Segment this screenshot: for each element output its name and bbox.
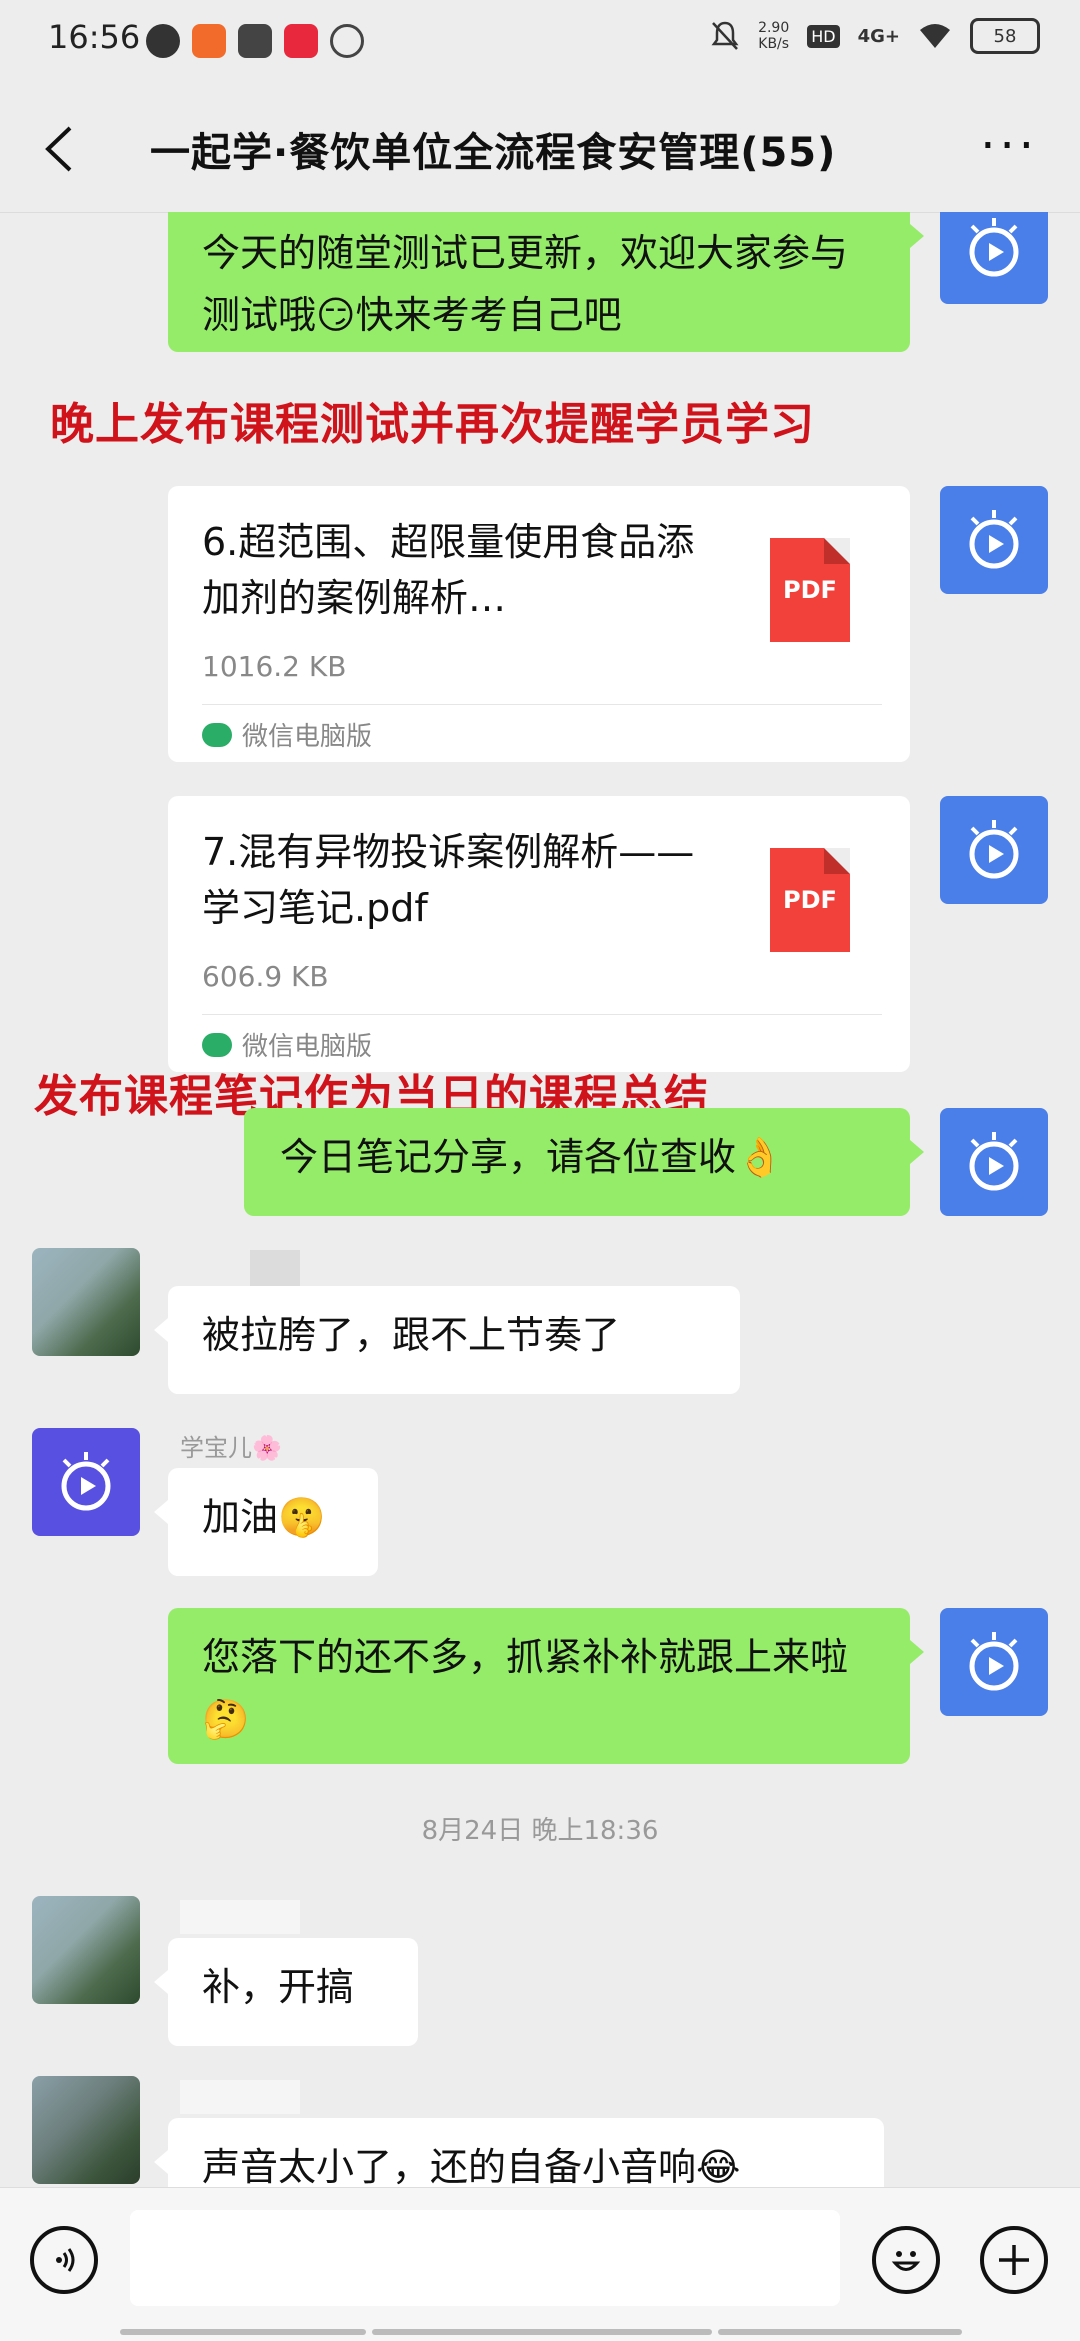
message-bubble-incoming[interactable]: 被拉胯了，跟不上节奏了 <box>154 1286 740 1394</box>
message-timestamp: 8月24日 晚上18:36 <box>421 1816 659 1846</box>
chevron-left-icon[interactable] <box>40 124 80 174</box>
message-input[interactable] <box>130 2210 840 2306</box>
message-bubble-outgoing[interactable]: 您落下的还不多，抓紧补补就跟上来啦🤔 <box>168 1608 924 1764</box>
more-dots-icon[interactable]: ··· <box>980 122 1038 170</box>
app-logo-icon <box>969 510 1019 569</box>
emoji-icon[interactable] <box>872 2226 940 2294</box>
wechat-icon <box>202 722 232 747</box>
file-size: 1016.2 KB <box>202 650 347 683</box>
avatar[interactable] <box>32 1248 140 1356</box>
file-source: 微信电脑版 <box>202 716 372 753</box>
blurred-nickname <box>250 1250 300 1290</box>
app-notification-icon <box>330 24 364 58</box>
chat-header: 一起学·餐饮单位全流程食安管理(55) ··· <box>0 86 1080 213</box>
chat-message-list[interactable]: 今天的随堂测试已更新，欢迎大家参与测试哦😏快来考考自己吧 晚上发布课程测试并再次… <box>0 212 1080 2187</box>
blurred-nickname <box>180 1900 300 1934</box>
avatar[interactable] <box>32 1428 140 1536</box>
avatar[interactable] <box>940 796 1048 904</box>
avatar[interactable] <box>32 1896 140 2004</box>
file-message[interactable]: 6.超范围、超限量使用食品添加剂的案例解析… 1016.2 KB PDF 微信电… <box>168 486 910 762</box>
chat-title: 一起学·餐饮单位全流程食安管理(55) <box>150 130 837 176</box>
wechat-icon <box>202 1032 232 1057</box>
plus-icon[interactable] <box>980 2226 1048 2294</box>
divider <box>202 704 882 705</box>
signal-icon: 4G+ <box>857 25 900 47</box>
chat-input-bar <box>0 2187 1080 2341</box>
sender-nickname: 学宝儿🌸 <box>180 1434 282 1462</box>
net-speed: 2.90 KB/s <box>758 20 790 52</box>
app-logo-icon <box>969 218 1019 277</box>
battery-icon: 58 <box>970 18 1040 54</box>
status-right: 2.90 KB/s HD 4G+ 58 <box>710 18 1040 54</box>
file-name: 7.混有异物投诉案例解析——学习笔记.pdf <box>202 830 695 930</box>
message-bubble-incoming[interactable]: 加油🤫 <box>154 1468 378 1576</box>
file-size: 606.9 KB <box>202 960 329 993</box>
app-logo-icon <box>969 1132 1019 1191</box>
wifi-icon <box>920 24 950 48</box>
file-source: 微信电脑版 <box>202 1026 372 1063</box>
message-bubble-outgoing[interactable]: 今日笔记分享，请各位查收👌 <box>244 1108 924 1216</box>
message-bubble-outgoing[interactable]: 今天的随堂测试已更新，欢迎大家参与测试哦😏快来考考自己吧 <box>168 212 924 352</box>
status-bar: 16:56 2.90 KB/s HD 4G+ 58 <box>0 0 1080 86</box>
message-bubble-incoming[interactable]: 声音太小了，还的自备小音响😂 <box>154 2118 884 2187</box>
status-time: 16:56 <box>48 18 141 56</box>
avatar[interactable] <box>940 486 1048 594</box>
message-bubble-incoming[interactable]: 补，开搞 <box>154 1938 418 2046</box>
avatar[interactable] <box>940 1608 1048 1716</box>
voice-icon[interactable] <box>30 2226 98 2294</box>
file-message[interactable]: 7.混有异物投诉案例解析——学习笔记.pdf 606.9 KB PDF 微信电脑… <box>168 796 910 1072</box>
app-notification-icon <box>284 24 318 58</box>
avatar[interactable] <box>940 1108 1048 1216</box>
app-logo-icon <box>969 1632 1019 1691</box>
app-notification-icon <box>238 24 272 58</box>
pdf-icon: PDF <box>770 538 850 642</box>
file-name: 6.超范围、超限量使用食品添加剂的案例解析… <box>202 520 695 620</box>
gesture-bar <box>372 2329 712 2335</box>
divider <box>202 1014 882 1015</box>
gesture-bar <box>120 2329 366 2335</box>
avatar[interactable] <box>32 2076 140 2184</box>
app-notification-icon <box>192 24 226 58</box>
annotation-label: 晚上发布课程测试并再次提醒学员学习 <box>50 399 815 450</box>
pdf-icon: PDF <box>770 848 850 952</box>
avatar[interactable] <box>940 212 1048 304</box>
mute-bell-icon <box>711 21 739 50</box>
notification-icons <box>146 24 364 58</box>
gesture-bar <box>718 2329 962 2335</box>
app-notification-icon <box>146 24 180 58</box>
app-logo-icon <box>969 820 1019 879</box>
app-logo-icon <box>61 1452 111 1511</box>
hd-icon: HD <box>807 24 840 48</box>
blurred-nickname <box>180 2080 300 2114</box>
